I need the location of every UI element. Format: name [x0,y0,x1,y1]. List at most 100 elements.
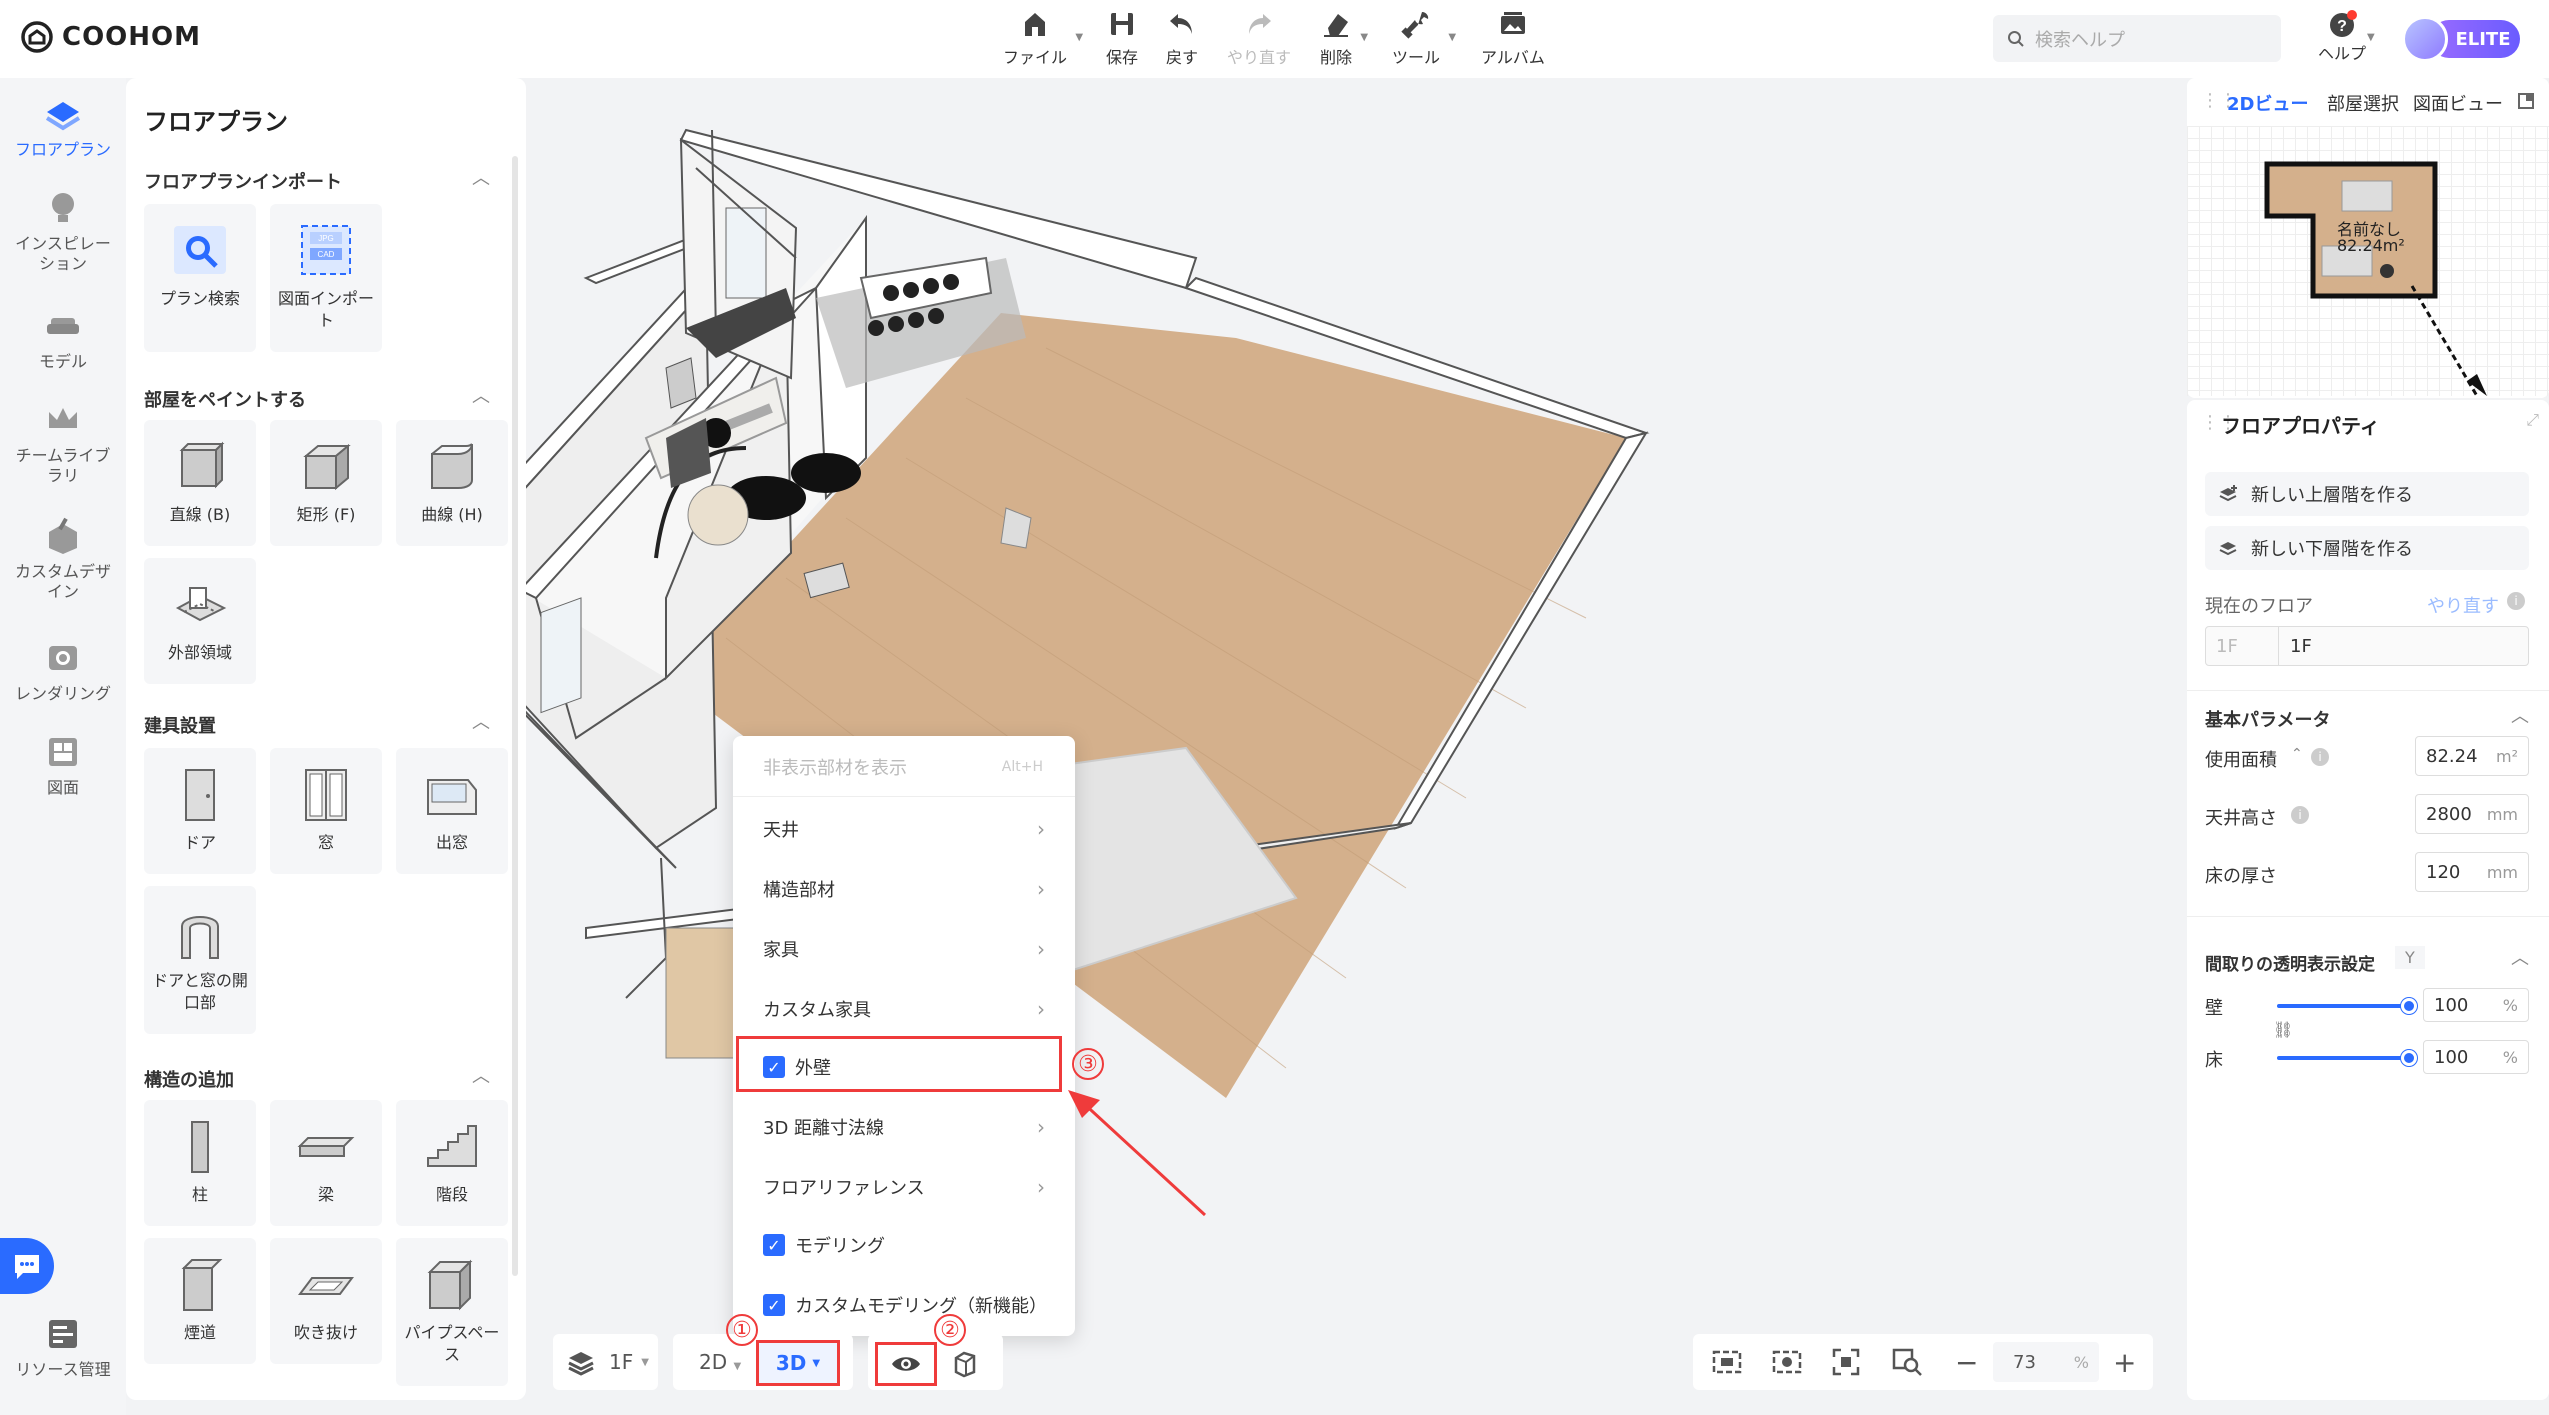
minimap-panel: ⋮⋮ 2Dビュー 部屋選択 図面ビュー 名前なし 82.24m² [2187,78,2549,398]
camera-settings-icon[interactable] [1771,1347,1803,1377]
mode-2d-button[interactable]: 2D ▼ [699,1350,741,1374]
menu-item-custom-modeling[interactable]: ✓ カスタムモデリング（新機能） [763,1292,1047,1318]
floor-selector[interactable]: 1F ▼ [553,1334,658,1390]
flue-card[interactable]: 煙道 [144,1238,256,1364]
add-layer-icon [2219,542,2237,556]
chat-button[interactable] [0,1238,54,1294]
divider [2187,690,2549,691]
bay-window-icon [427,779,477,815]
rect-room-card[interactable]: 矩形 (F) [270,420,382,546]
nav-label: モデル [38,352,87,371]
file-menu-button[interactable]: ファイル ▼ [1003,8,1083,68]
floor-slider[interactable] [2277,1056,2407,1060]
area-input[interactable]: 82.24 m² [2415,736,2529,776]
nav-model[interactable]: モデル [0,306,126,372]
floor-name-input[interactable]: 1F 1F [2205,626,2529,666]
menu-item-floor-reference[interactable]: フロアリファレンス › [763,1174,1045,1200]
expand-icon[interactable] [2517,92,2535,110]
mode-3d-button[interactable]: 3D ▼ [756,1340,840,1386]
floor-thickness-value: 120 [2426,861,2461,883]
straight-room-card[interactable]: 直線 (B) [144,420,256,546]
tab-drawing-view[interactable]: 図面ビュー [2413,90,2503,116]
add-layer-icon [2219,485,2237,502]
album-button[interactable]: アルバム [1481,8,1545,68]
zoom-in-button[interactable]: + [2113,1346,2136,1379]
visibility-button[interactable] [875,1342,937,1386]
wall-slider-knob[interactable] [2401,998,2417,1014]
menu-item-custom-furniture[interactable]: カスタム家具 › [763,996,1045,1022]
chevron-up-icon[interactable]: ︿ [472,708,490,734]
minimap-plan [2264,161,2487,397]
nav-inspiration[interactable]: インスピレーション [0,188,126,274]
undo-button[interactable]: 戻す [1166,8,1198,68]
create-upper-floor-button[interactable]: 新しい上層階を作る [2205,472,2529,516]
nav-rendering[interactable]: レンダリング [0,638,126,704]
cube-view-icon[interactable] [950,1350,978,1378]
chevron-up-icon[interactable]: ︿ [2511,944,2529,970]
expand-icon[interactable]: ⤢ [2526,410,2539,430]
ceiling-label: 天井高さ [2205,808,2277,829]
zoom-out-button[interactable]: − [1955,1346,1978,1379]
wall-slider[interactable] [2277,1004,2407,1008]
menu-show-hidden[interactable]: 非表示部材を表示 Alt+H [763,754,1043,780]
tab-room-select[interactable]: 部屋選択 [2327,90,2399,116]
tab-2d-view[interactable]: 2Dビュー [2227,90,2308,116]
ceiling-height-input[interactable]: 2800 mm [2415,794,2529,834]
help-button[interactable]: ? ヘルプ [2318,10,2366,64]
create-upper-label: 新しい上層階を作る [2251,485,2413,506]
nav-floorplan[interactable]: フロアプラン [0,94,126,160]
exterior-area-card[interactable]: 外部領域 [144,558,256,684]
redo-floor-link[interactable]: やり直す [2427,592,2499,618]
chevron-up-icon[interactable]: ︿ [472,1062,490,1088]
fit-view-icon[interactable] [1711,1347,1743,1377]
menu-item-modeling[interactable]: ✓ モデリング [763,1232,885,1258]
card-label: 曲線 (H) [421,505,483,524]
floor-opacity-input[interactable]: 100 % [2423,1040,2529,1074]
panel-scrollbar[interactable] [512,156,518,1276]
nav-drawings[interactable]: 図面 [0,732,126,798]
opening-card[interactable]: ドアと窓の開口部 [144,886,256,1034]
wall-opacity-input[interactable]: 100 % [2423,988,2529,1022]
plan-search-card[interactable]: プラン検索 [144,204,256,352]
chevron-up-icon[interactable]: ︿ [472,382,490,408]
wall-label: 壁 [2205,998,2223,1019]
info-icon: i [2311,748,2329,766]
search-input[interactable]: 検索ヘルプ [1993,15,2281,62]
bay-window-card[interactable]: 出窓 [396,748,508,874]
door-card[interactable]: ドア [144,748,256,874]
focus-icon[interactable] [1831,1347,1861,1377]
camera-icon [49,646,77,670]
floor-thickness-input[interactable]: 120 mm [2415,852,2529,892]
checkbox-checked[interactable]: ✓ [763,1294,785,1316]
menu-item-furniture[interactable]: 家具 › [763,936,1045,962]
zoom-area-icon[interactable] [1891,1347,1923,1377]
nav-custom-design[interactable]: カスタムデザイン [0,516,126,602]
void-card[interactable]: 吹き抜け [270,1238,382,1364]
floor-slider-knob[interactable] [2401,1050,2417,1066]
stairs-card[interactable]: 階段 [396,1100,508,1226]
nav-team-library[interactable]: チームライブラリ [0,400,126,486]
create-lower-floor-button[interactable]: 新しい下層階を作る [2205,526,2529,570]
link-icon[interactable]: ⛓ [2273,1020,2293,1039]
chevron-up-icon[interactable]: ︿ [2511,702,2529,728]
avatar[interactable] [2402,16,2448,62]
sort-icon[interactable]: ⌃ [2291,746,2303,762]
delete-button[interactable]: 削除 ▼ [1320,8,1368,68]
pipe-space-card[interactable]: パイプスペース [396,1238,508,1386]
window-card[interactable]: 窓 [270,748,382,874]
checkbox-checked[interactable]: ✓ [763,1234,785,1256]
menu-item-ceiling[interactable]: 天井 › [763,816,1045,842]
tools-menu-button[interactable]: ツール ▼ [1392,8,1456,68]
curve-room-card[interactable]: 曲線 (H) [396,420,508,546]
chevron-up-icon[interactable]: ︿ [472,164,490,190]
redo-button[interactable]: やり直す [1227,8,1291,68]
column-card[interactable]: 柱 [144,1100,256,1226]
app-logo[interactable]: COOHOM [20,20,201,54]
zoom-input[interactable]: 73 % [1993,1342,2099,1382]
menu-item-3d-dimension[interactable]: 3D 距離寸法線 › [763,1114,1045,1140]
menu-item-structural[interactable]: 構造部材 › [763,876,1045,902]
beam-card[interactable]: 梁 [270,1100,382,1226]
nav-resource-management[interactable]: リソース管理 [0,1314,126,1380]
save-button[interactable]: 保存 [1106,8,1138,68]
drawing-import-card[interactable]: JPG CAD 図面インポート [270,204,382,352]
